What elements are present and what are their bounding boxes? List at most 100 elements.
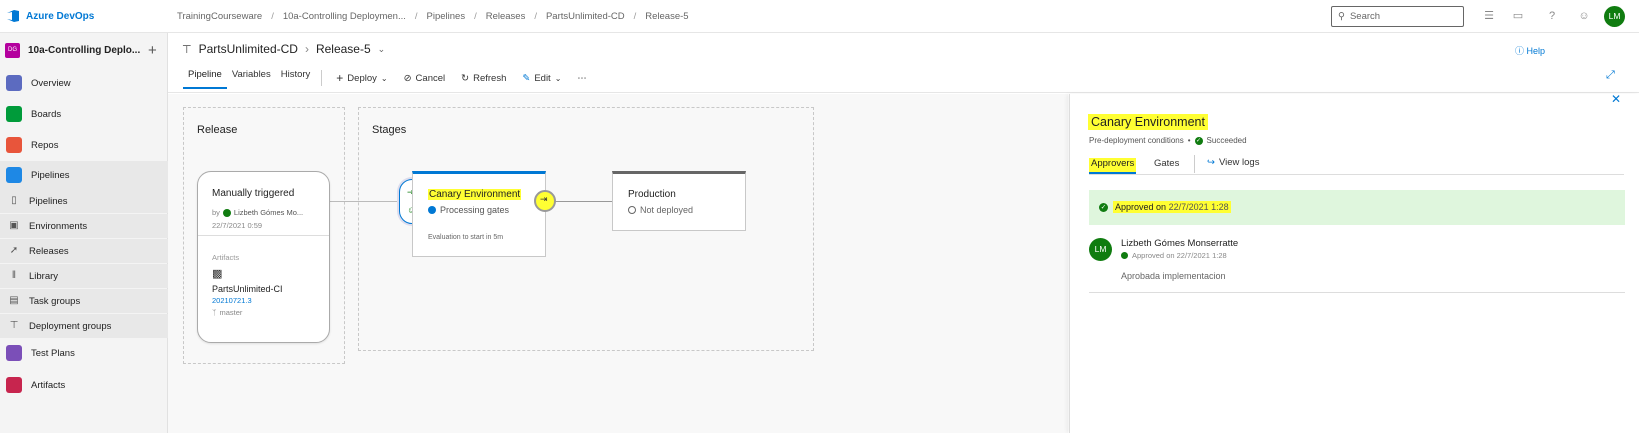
expand-icon[interactable]: ⤢ (1606, 69, 1615, 82)
bullet-separator: • (1187, 136, 1191, 145)
deployment-groups-icon: ⊤ (9, 320, 19, 331)
breadcrumb-separator: / (633, 11, 637, 22)
breadcrumb-item[interactable]: 10a-Controlling Deploymen... (283, 11, 406, 22)
chevron-down-icon[interactable]: ⌄ (378, 44, 386, 55)
sidebar-item-deployment-groups[interactable]: ⊤ Deployment groups (0, 314, 168, 338)
release-header: ⊤ PartsUnlimited-CD › Release-5 ⌄ Pipeli… (168, 33, 1639, 93)
sidebar-item-test-plans[interactable]: Test Plans (0, 339, 168, 367)
sidebar-item-label: Repos (31, 139, 59, 151)
sidebar-item-boards[interactable]: Boards (0, 100, 168, 128)
list-icon[interactable]: ☰ (1482, 9, 1496, 23)
close-icon[interactable]: ✕ (1611, 92, 1621, 106)
shopping-bag-icon[interactable]: ▭ (1511, 9, 1525, 23)
release-connector (330, 201, 398, 202)
tab-approvers[interactable]: Approvers (1089, 158, 1137, 174)
tab-history[interactable]: History (276, 67, 316, 89)
approver-status-label: Approved on 22/7/2021 1:28 (1132, 251, 1227, 260)
post-deployment-gate-icon: ⇥ (540, 194, 548, 204)
view-logs-link[interactable]: ↪ View logs (1207, 157, 1259, 168)
repos-icon (6, 137, 22, 153)
stage-status-label: Processing gates (440, 205, 510, 215)
pipeline-name-link[interactable]: PartsUnlimited-CD (199, 42, 298, 56)
sidebar-item-label: Overview (31, 77, 71, 89)
breadcrumb-item[interactable]: Release-5 (645, 11, 688, 22)
sidebar-item-label: Task groups (29, 295, 81, 307)
tab-divider (1194, 155, 1195, 173)
top-bar: Azure DevOps TrainingCourseware / 10a-Con… (0, 0, 1639, 33)
stage-note: Evaluation to start in 5m (428, 234, 504, 241)
stage-details-panel: ✕ Canary Environment Pre-deployment cond… (1069, 92, 1639, 433)
breadcrumb-item[interactable]: TrainingCourseware (177, 11, 262, 22)
breadcrumb-item[interactable]: Releases (486, 11, 526, 22)
pipelines-icon (6, 167, 22, 183)
refresh-icon: ↻ (461, 72, 470, 84)
sidebar-item-label: Deployment groups (29, 320, 112, 332)
tab-gates[interactable]: Gates (1154, 158, 1179, 169)
pencil-icon: ✎ (522, 72, 531, 84)
deploy-button[interactable]: + Deploy ⌄ (328, 70, 395, 86)
chevron-down-icon: ⌄ (380, 73, 388, 83)
cancel-button[interactable]: ⊘ Cancel (396, 70, 454, 86)
approval-prefix: Approved on (1115, 202, 1167, 212)
user-settings-icon[interactable]: ☺ (1577, 9, 1591, 23)
add-icon[interactable]: + (148, 42, 157, 59)
project-selector[interactable]: DG 10a-Controlling Deplo... + (5, 40, 165, 60)
help-link[interactable]: ⓘ Help (1515, 44, 1545, 57)
view-logs-label: View logs (1218, 157, 1260, 168)
breadcrumb-item[interactable]: Pipelines (427, 11, 466, 22)
sidebar-item-library[interactable]: ‖ Library (0, 264, 168, 288)
post-deployment-conditions[interactable]: ⇥ (534, 190, 556, 212)
search-input[interactable]: Search (1350, 11, 1380, 22)
conditions-status: Succeeded (1206, 136, 1247, 145)
approver-avatar: LM (1089, 238, 1112, 261)
sidebar-item-label: Releases (29, 245, 69, 257)
sidebar-item-label: Boards (31, 108, 62, 120)
breadcrumb: TrainingCourseware / 10a-Controlling Depl… (177, 11, 689, 22)
release-card[interactable]: Manually triggered by Lizbeth Gómes Mo..… (197, 171, 330, 343)
sidebar-item-overview[interactable]: Overview (0, 69, 168, 97)
sidebar-item-pipelines[interactable]: Pipelines (0, 161, 168, 189)
sidebar-item-repos[interactable]: Repos (0, 131, 168, 159)
approver-status: Approved on 22/7/2021 1:28 (1121, 251, 1227, 260)
sidebar-item-label: Library (29, 270, 59, 282)
sidebar-item-label: Environments (29, 220, 88, 232)
stage-card-production[interactable]: Production Not deployed (612, 171, 746, 231)
artifacts-icon (6, 377, 22, 393)
sidebar-item-releases[interactable]: ➚ Releases (0, 239, 168, 263)
success-check-icon (1121, 252, 1128, 259)
tab-variables[interactable]: Variables (227, 67, 276, 89)
stage-card-canary[interactable]: Canary Environment Processing gates Eval… (412, 171, 546, 257)
breadcrumb-separator: / (271, 11, 274, 22)
help-icon[interactable]: ? (1545, 9, 1559, 23)
deploy-label: Deploy (347, 72, 377, 84)
test-plans-icon (6, 345, 22, 361)
help-label: Help (1526, 46, 1546, 56)
tab-pipeline[interactable]: Pipeline (183, 67, 227, 89)
breadcrumb-item[interactable]: PartsUnlimited-CD (546, 11, 625, 22)
sidebar: DG 10a-Controlling Deplo... + Overview B… (0, 33, 168, 433)
approval-banner: ✓ Approved on 22/7/2021 1:28 (1089, 190, 1625, 225)
brand-link[interactable]: Azure DevOps (6, 9, 94, 23)
not-deployed-icon (628, 206, 636, 214)
boards-icon (6, 106, 22, 122)
sidebar-item-pipelines-sub[interactable]: ▯ Pipelines (0, 189, 168, 213)
build-artifact-icon: ▩ (212, 268, 223, 280)
avatar[interactable]: LM (1604, 6, 1625, 27)
sidebar-item-label: Test Plans (31, 347, 75, 359)
environments-icon: ▣ (9, 220, 19, 231)
sidebar-item-task-groups[interactable]: ▤ Task groups (0, 289, 168, 313)
sidebar-item-label: Pipelines (29, 195, 68, 207)
branch-icon: ᛉ (212, 308, 217, 317)
sidebar-item-environments[interactable]: ▣ Environments (0, 214, 168, 238)
edit-button[interactable]: ✎ Edit ⌄ (514, 70, 569, 86)
release-name[interactable]: Release-5 (316, 42, 371, 56)
refresh-button[interactable]: ↻ Refresh (453, 70, 514, 86)
sidebar-item-artifacts[interactable]: Artifacts (0, 371, 168, 399)
panel-title: Canary Environment (1088, 114, 1208, 130)
project-name: 10a-Controlling Deplo... (28, 44, 140, 56)
search-box[interactable]: ⚲ Search (1331, 6, 1464, 27)
search-icon: ⚲ (1338, 11, 1345, 22)
artifact-version[interactable]: 20210721.3 (212, 296, 252, 305)
more-options-icon[interactable]: ⋯ (569, 70, 595, 86)
artifact-name[interactable]: PartsUnlimited-CI (212, 284, 283, 294)
